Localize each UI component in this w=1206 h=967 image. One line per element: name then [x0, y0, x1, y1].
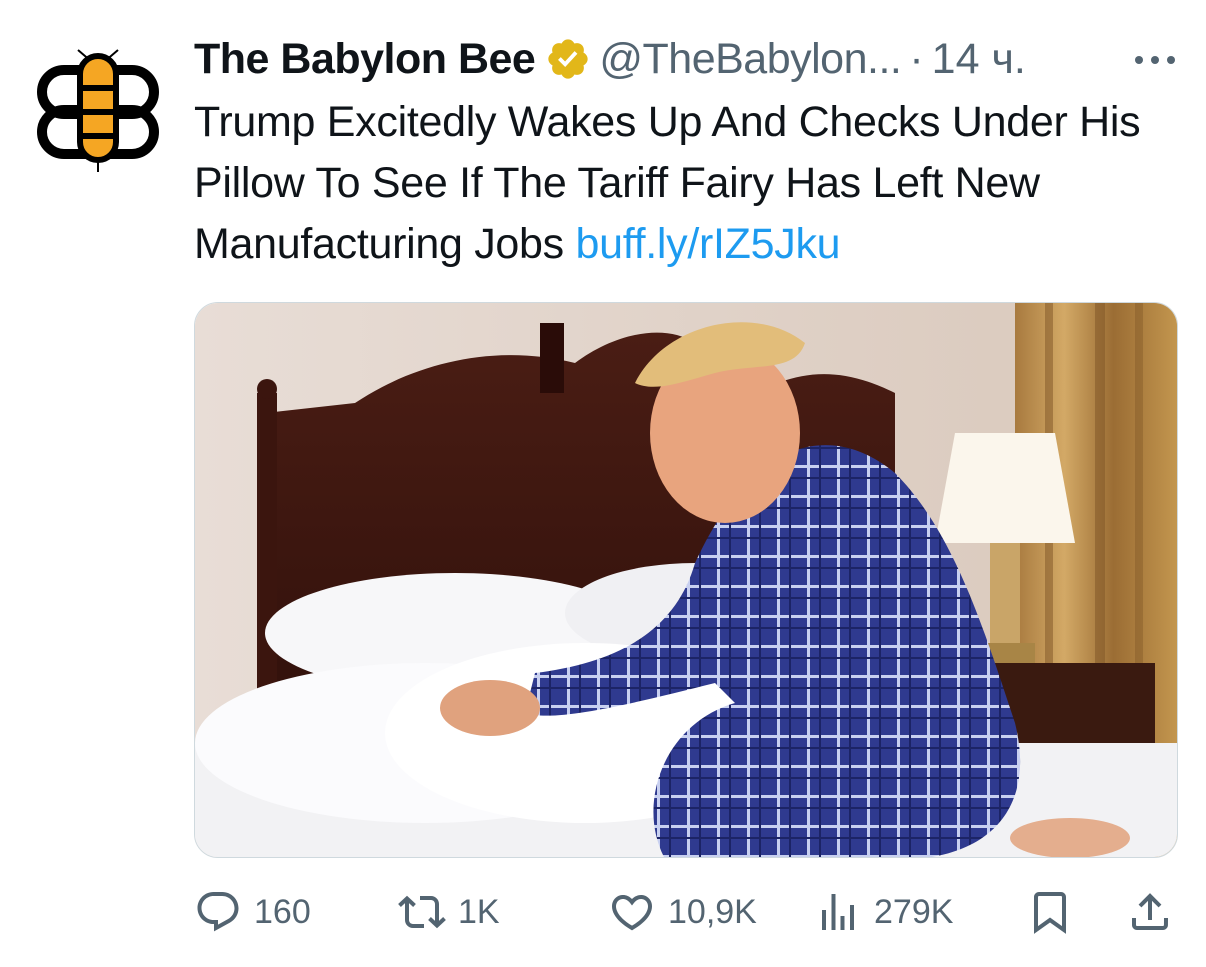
like-button[interactable]: 10,9K	[608, 880, 757, 944]
bookmark-icon	[1034, 892, 1066, 934]
more-icon[interactable]	[1132, 50, 1178, 70]
repost-icon	[398, 895, 446, 929]
like-count: 10,9K	[668, 892, 757, 931]
babylon-bee-logo-icon	[37, 49, 159, 172]
share-button[interactable]	[1126, 880, 1174, 944]
reply-count: 160	[254, 892, 311, 931]
tweet-media-image[interactable]	[194, 302, 1178, 858]
timestamp[interactable]: 14 ч.	[932, 35, 1026, 84]
tweet-header: The Babylon Bee @TheBabylon... · 14 ч.	[194, 28, 1184, 90]
reply-icon	[197, 892, 239, 932]
repost-button[interactable]: 1K	[398, 880, 500, 944]
views-button[interactable]: 279K	[814, 880, 953, 944]
avatar[interactable]	[28, 40, 168, 180]
tweet-text: Trump Excitedly Wakes Up And Checks Unde…	[194, 92, 1184, 275]
reply-button[interactable]: 160	[194, 880, 311, 944]
tweet-link[interactable]: buff.ly/rIZ5Jku	[576, 220, 841, 268]
verified-badge-icon[interactable]	[545, 36, 591, 82]
action-bar: 160 1K 10,9K 279K	[194, 880, 1178, 944]
tweet[interactable]: The Babylon Bee @TheBabylon... · 14 ч. T…	[0, 0, 1206, 967]
views-icon	[822, 894, 854, 930]
repost-count: 1K	[458, 892, 500, 931]
display-name[interactable]: The Babylon Bee	[194, 35, 536, 84]
views-count: 279K	[874, 892, 954, 931]
separator-dot: ·	[909, 34, 924, 83]
heart-icon	[611, 895, 653, 931]
bookmark-button[interactable]	[1026, 880, 1074, 944]
tweet-content: The Babylon Bee @TheBabylon... · 14 ч. T…	[194, 28, 1184, 275]
handle[interactable]: @TheBabylon...	[599, 35, 901, 84]
share-icon	[1132, 893, 1168, 930]
